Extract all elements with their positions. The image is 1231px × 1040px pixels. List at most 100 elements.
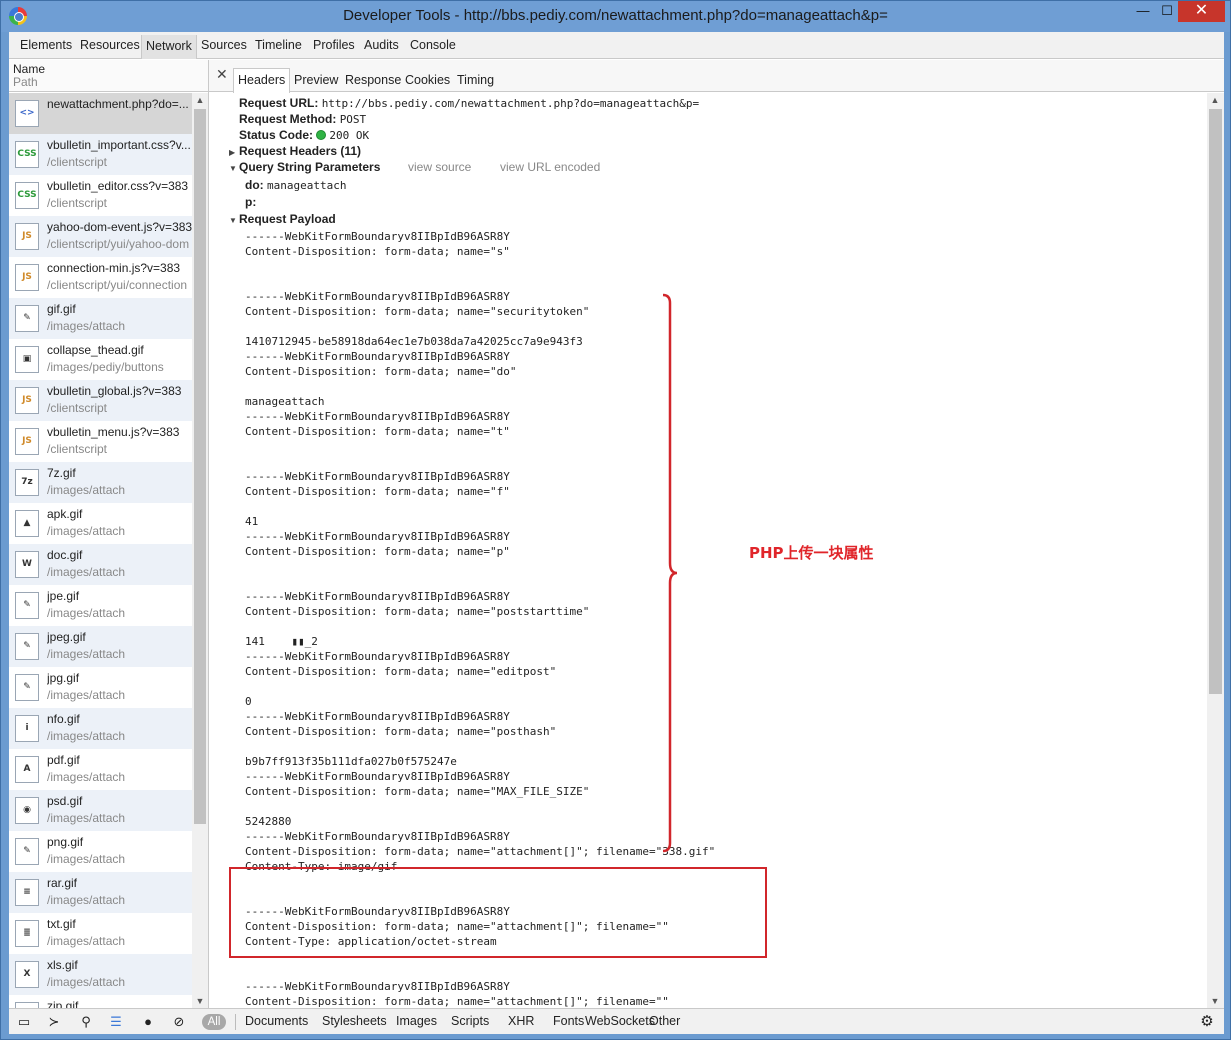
request-rows: <> newattachment.php?do=... CSS vbulletin_i…: [9, 93, 192, 1008]
request-row[interactable]: Wdoc.gif/images/attach: [9, 544, 192, 585]
request-path: /images/pediy/buttons: [47, 360, 164, 374]
request-row[interactable]: Apdf.gif/images/attach: [9, 749, 192, 790]
filter-xhr[interactable]: XHR: [508, 1014, 534, 1028]
request-headers-toggle[interactable]: ▶ Request Headers (11): [229, 144, 361, 158]
request-row[interactable]: JS vbulletin_global.js?v=383/clientscript: [9, 380, 192, 421]
filter-fonts[interactable]: Fonts: [553, 1014, 584, 1028]
close-button[interactable]: ✕: [1178, 1, 1225, 22]
request-name: vbulletin_editor.css?v=383: [47, 179, 189, 193]
filter-separator: [235, 1014, 236, 1030]
tab-cookies[interactable]: Cookies: [401, 70, 454, 92]
title-bar[interactable]: Developer Tools - http://bbs.pediy.com/n…: [1, 1, 1230, 32]
request-list-scrollbar[interactable]: ▲ ▼: [192, 93, 208, 1008]
tab-timeline[interactable]: Timeline: [251, 36, 306, 56]
request-row[interactable]: JS vbulletin_menu.js?v=383/clientscript: [9, 421, 192, 462]
expand-triangle-icon: ▶: [229, 148, 236, 157]
close-icon[interactable]: ✕: [216, 66, 228, 83]
query-string-toggle[interactable]: ▼ Query String Parameters: [229, 160, 380, 174]
maximize-button[interactable]: ☐: [1153, 1, 1181, 22]
request-row[interactable]: <> newattachment.php?do=...: [9, 93, 192, 134]
tab-preview[interactable]: Preview: [290, 70, 342, 92]
payload-line: ------WebKitFormBoundaryv8IIBpIdB96ASR8Y: [245, 650, 510, 663]
request-row[interactable]: Zzip.gif: [9, 995, 192, 1008]
tab-audits[interactable]: Audits: [360, 36, 403, 56]
request-name: txt.gif: [47, 917, 76, 931]
console-drawer-icon[interactable]: ≻: [45, 1014, 63, 1030]
request-row[interactable]: ▲ apk.gif/images/attach: [9, 503, 192, 544]
status-code-row: Status Code: 200 OK: [239, 128, 370, 142]
request-path: /images/attach: [47, 934, 126, 948]
filter-scripts[interactable]: Scripts: [451, 1014, 489, 1028]
scroll-down-icon[interactable]: ▼: [192, 994, 208, 1008]
list-view-icon[interactable]: ☰: [107, 1014, 125, 1030]
request-payload-toggle[interactable]: ▼ Request Payload: [229, 212, 336, 226]
tab-timing[interactable]: Timing: [453, 70, 498, 92]
request-row[interactable]: CSS vbulletin_editor.css?v=383/clientscri…: [9, 175, 192, 216]
request-row[interactable]: ▣ collapse_thead.gif/images/pediy/buttons: [9, 339, 192, 380]
request-row[interactable]: ✎ jpeg.gif/images/attach: [9, 626, 192, 667]
search-icon[interactable]: ⚲: [77, 1014, 95, 1030]
request-path: /clientscript: [47, 196, 108, 210]
payload-line: Content-Disposition: form-data; name="s": [245, 245, 510, 258]
request-row[interactable]: ✎ gif.gif/images/attach: [9, 298, 192, 339]
filter-other[interactable]: Other: [649, 1014, 680, 1028]
request-url-row: Request URL: http://bbs.pediy.com/newatt…: [239, 96, 700, 110]
request-name: collapse_thead.gif: [47, 343, 144, 357]
request-path: /images/attach: [47, 688, 126, 702]
scroll-up-icon[interactable]: ▲: [1207, 93, 1223, 107]
scrollbar-thumb[interactable]: [194, 109, 206, 824]
view-source-link[interactable]: view source: [408, 160, 471, 174]
detail-scrollbar[interactable]: ▲ ▼: [1207, 93, 1224, 1008]
scroll-up-icon[interactable]: ▲: [192, 93, 208, 107]
filter-all-button[interactable]: All: [202, 1014, 226, 1030]
name-column-header[interactable]: Name: [13, 62, 45, 76]
request-name: psd.gif: [47, 794, 83, 808]
request-row[interactable]: JS connection-min.js?v=383/clientscript/y…: [9, 257, 192, 298]
tab-console[interactable]: Console: [406, 36, 460, 56]
scroll-down-icon[interactable]: ▼: [1207, 994, 1223, 1008]
image-icon: ✎: [15, 674, 39, 701]
filter-websockets[interactable]: WebSockets: [585, 1014, 655, 1028]
payload-line: ------WebKitFormBoundaryv8IIBpIdB96ASR8Y: [245, 980, 510, 993]
tab-headers[interactable]: Headers: [233, 68, 291, 93]
dock-icon[interactable]: ▭: [15, 1014, 33, 1030]
request-row[interactable]: ≡ rar.gif/images/attach: [9, 872, 192, 913]
request-list-header[interactable]: Name Path: [9, 60, 208, 92]
request-row[interactable]: ≣ txt.gif/images/attach: [9, 913, 192, 954]
request-name: 7z.gif: [47, 466, 76, 480]
request-row[interactable]: ✎ jpe.gif/images/attach: [9, 585, 192, 626]
record-icon[interactable]: ●: [139, 1014, 157, 1030]
payload-line: Content-Disposition: form-data; name="po…: [245, 725, 557, 738]
image-icon: ≡: [15, 879, 39, 906]
request-name: apk.gif: [47, 507, 83, 521]
request-path: /images/attach: [47, 770, 126, 784]
filter-images[interactable]: Images: [396, 1014, 437, 1028]
request-row[interactable]: ◉ psd.gif/images/attach: [9, 790, 192, 831]
scrollbar-thumb[interactable]: [1209, 109, 1222, 694]
request-name: jpeg.gif: [47, 630, 86, 644]
tab-resources[interactable]: Resources: [76, 36, 144, 56]
status-ok-icon: [316, 130, 327, 140]
filter-documents[interactable]: Documents: [245, 1014, 308, 1028]
tab-profiles[interactable]: Profiles: [309, 36, 359, 56]
request-name: png.gif: [47, 835, 84, 849]
request-row[interactable]: 7z 7z.gif/images/attach: [9, 462, 192, 503]
request-row[interactable]: ✎ jpg.gif/images/attach: [9, 667, 192, 708]
request-row[interactable]: Xxls.gif/images/attach: [9, 954, 192, 995]
payload-line: 1410712945-be58918da64ec1e7b038da7a42025…: [245, 335, 583, 348]
request-path: /images/attach: [47, 565, 126, 579]
request-row[interactable]: ✎ png.gif/images/attach: [9, 831, 192, 872]
request-row[interactable]: CSS vbulletin_important.css?v... /clientsc…: [9, 134, 192, 175]
tab-elements[interactable]: Elements: [16, 36, 76, 56]
path-column-header: Path: [13, 75, 38, 89]
tab-sources[interactable]: Sources: [197, 36, 251, 56]
request-row[interactable]: JS yahoo-dom-event.js?v=383/clientscript/…: [9, 216, 192, 257]
filter-stylesheets[interactable]: Stylesheets: [322, 1014, 387, 1028]
payload-line: ------WebKitFormBoundaryv8IIBpIdB96ASR8Y: [245, 470, 510, 483]
tab-response[interactable]: Response: [341, 70, 405, 92]
clear-icon[interactable]: ⊘: [170, 1014, 188, 1030]
tab-network[interactable]: Network: [141, 35, 197, 59]
view-url-encoded-link[interactable]: view URL encoded: [500, 160, 600, 174]
request-row[interactable]: i nfo.gif/images/attach: [9, 708, 192, 749]
gear-icon[interactable]: ⚙: [1198, 1014, 1216, 1030]
